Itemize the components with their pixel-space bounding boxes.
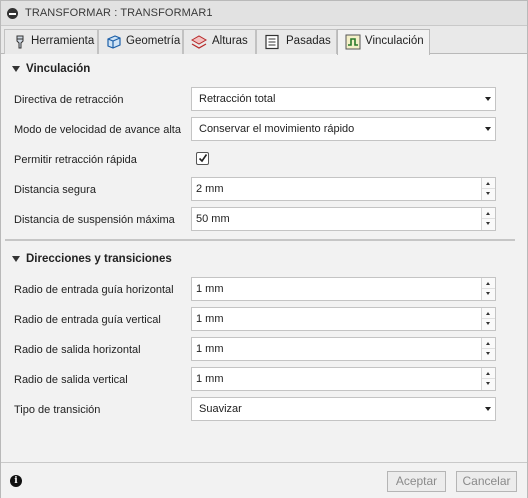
tool-icon: [16, 35, 24, 49]
spin-down-icon[interactable]: [482, 319, 495, 330]
collapse-arrow-icon[interactable]: [12, 66, 20, 72]
lead-in-vertical-label: Radio de entrada guía vertical: [14, 314, 161, 326]
section-vinculacion-header[interactable]: Vinculación: [1, 60, 527, 80]
spin-up-icon[interactable]: [482, 368, 495, 379]
minus-circle-icon[interactable]: [7, 8, 18, 19]
transform-dialog: TRANSFORMAR : TRANSFORMAR1 Herramienta G…: [0, 0, 528, 498]
safe-distance-label: Distancia segura: [14, 184, 96, 196]
spin-up-icon[interactable]: [482, 178, 495, 189]
select-value: Retracción total: [199, 93, 276, 105]
checkmark-icon: [198, 154, 208, 163]
collapse-arrow-icon[interactable]: [12, 256, 20, 262]
tab-pasadas[interactable]: Pasadas: [256, 29, 337, 54]
transition-type-select[interactable]: Suavizar: [191, 397, 496, 421]
tab-vinculacion[interactable]: Vinculación: [337, 29, 430, 55]
lead-out-vertical-label: Radio de salida vertical: [14, 374, 128, 386]
tab-herramienta[interactable]: Herramienta: [4, 29, 98, 54]
select-value: Suavizar: [199, 403, 242, 415]
spinner: [481, 338, 495, 360]
spinner: [481, 308, 495, 330]
retract-policy-label: Directiva de retracción: [14, 94, 124, 106]
tab-bar: Herramienta Geometría Alturas Pasadas Vi…: [1, 26, 527, 55]
max-stay-down-label: Distancia de suspensión máxima: [14, 214, 175, 226]
input-value: 2 mm: [196, 183, 224, 195]
geometry-icon: [107, 35, 121, 49]
lead-out-horizontal-input[interactable]: 1 mm: [191, 337, 496, 361]
spin-down-icon[interactable]: [482, 189, 495, 200]
tab-label: Vinculación: [365, 35, 424, 47]
heights-icon: [191, 35, 207, 49]
spinner: [481, 368, 495, 390]
feed-mode-label: Modo de velocidad de avance alta: [14, 124, 181, 136]
lead-out-horizontal-label: Radio de salida horizontal: [14, 344, 141, 356]
safe-distance-input[interactable]: 2 mm: [191, 177, 496, 201]
linking-icon: [345, 34, 361, 50]
title-bar: TRANSFORMAR : TRANSFORMAR1: [1, 1, 527, 26]
info-icon[interactable]: i: [10, 475, 22, 487]
spin-up-icon[interactable]: [482, 308, 495, 319]
lead-in-horizontal-input[interactable]: 1 mm: [191, 277, 496, 301]
tab-label: Pasadas: [286, 35, 331, 47]
tab-label: Herramienta: [31, 35, 95, 47]
tab-alturas[interactable]: Alturas: [183, 29, 256, 54]
rapid-retract-label: Permitir retracción rápida: [14, 154, 137, 166]
dropdown-arrow-icon: [485, 97, 491, 101]
passes-icon: [265, 34, 279, 50]
section-divider: [5, 239, 515, 241]
dropdown-arrow-icon: [485, 127, 491, 131]
section-transiciones-header[interactable]: Direcciones y transiciones: [1, 250, 527, 270]
lead-in-horizontal-label: Radio de entrada guía horizontal: [14, 284, 174, 296]
feed-mode-select[interactable]: Conservar el movimiento rápido: [191, 117, 496, 141]
spinner: [481, 178, 495, 200]
spin-down-icon[interactable]: [482, 219, 495, 230]
ok-button[interactable]: Aceptar: [387, 471, 446, 492]
spinner: [481, 208, 495, 230]
input-value: 1 mm: [196, 343, 224, 355]
select-value: Conservar el movimiento rápido: [199, 123, 355, 135]
spin-up-icon[interactable]: [482, 278, 495, 289]
input-value: 1 mm: [196, 373, 224, 385]
input-value: 50 mm: [196, 213, 230, 225]
max-stay-down-input[interactable]: 50 mm: [191, 207, 496, 231]
spin-down-icon[interactable]: [482, 289, 495, 300]
retract-policy-select[interactable]: Retracción total: [191, 87, 496, 111]
spin-up-icon[interactable]: [482, 338, 495, 349]
section-title: Vinculación: [26, 63, 91, 75]
tab-label: Geometría: [126, 35, 181, 47]
spinner: [481, 278, 495, 300]
spin-up-icon[interactable]: [482, 208, 495, 219]
tab-label: Alturas: [212, 35, 248, 47]
dialog-footer: i Aceptar Cancelar: [1, 462, 527, 498]
section-title: Direcciones y transiciones: [26, 253, 172, 265]
rapid-retract-checkbox[interactable]: [196, 152, 209, 165]
input-value: 1 mm: [196, 283, 224, 295]
cancel-button[interactable]: Cancelar: [456, 471, 517, 492]
lead-in-vertical-input[interactable]: 1 mm: [191, 307, 496, 331]
spin-down-icon[interactable]: [482, 349, 495, 360]
transition-type-label: Tipo de transición: [14, 404, 101, 416]
lead-out-vertical-input[interactable]: 1 mm: [191, 367, 496, 391]
tab-geometria[interactable]: Geometría: [98, 29, 183, 54]
input-value: 1 mm: [196, 313, 224, 325]
window-title: TRANSFORMAR : TRANSFORMAR1: [25, 7, 213, 19]
dropdown-arrow-icon: [485, 407, 491, 411]
spin-down-icon[interactable]: [482, 379, 495, 390]
